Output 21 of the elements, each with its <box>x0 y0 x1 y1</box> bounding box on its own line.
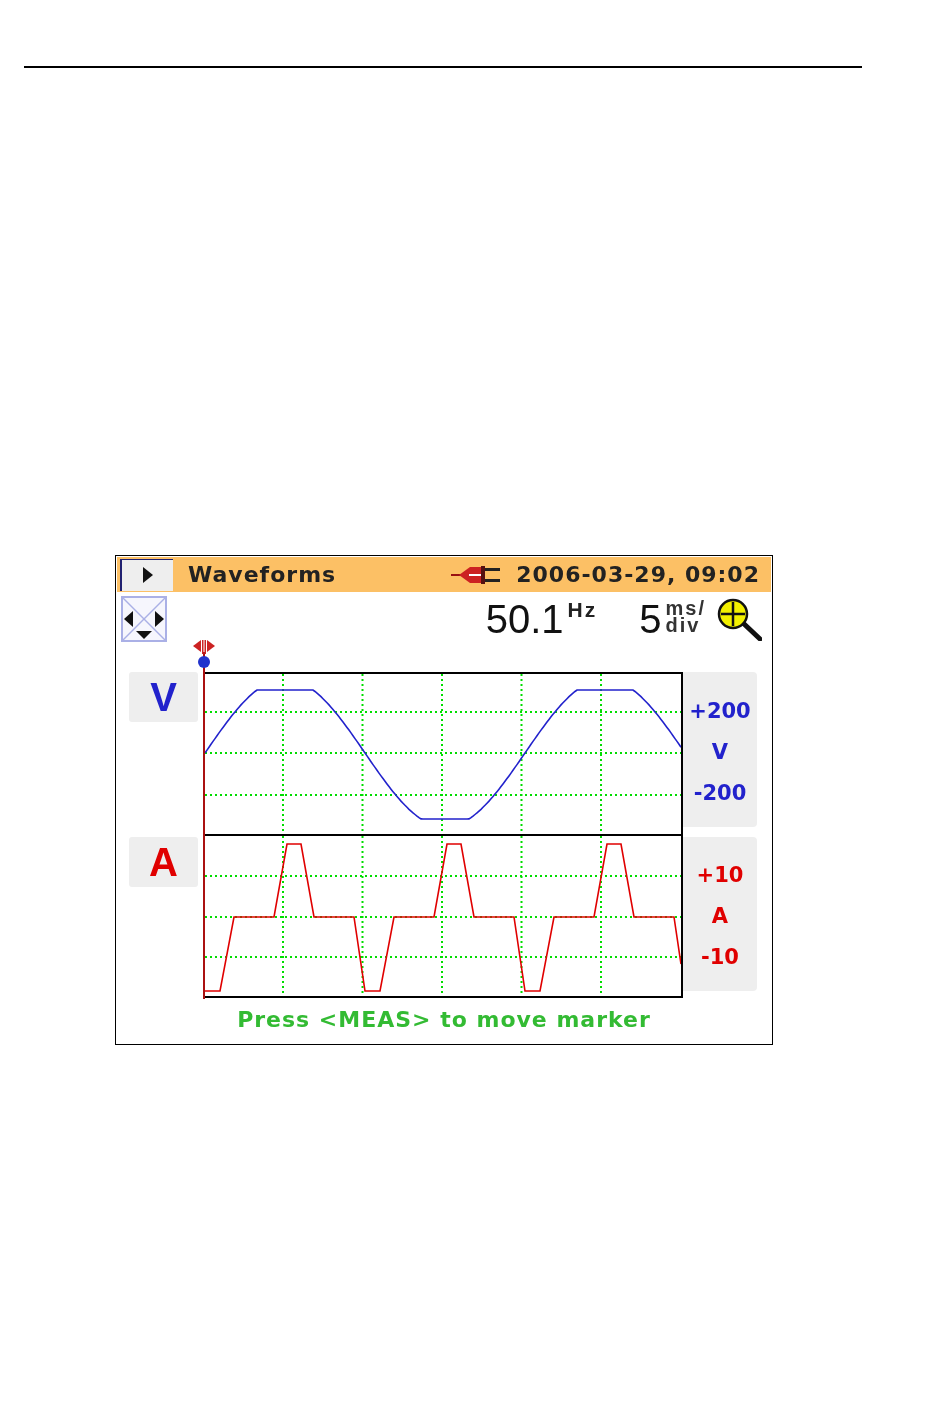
scale-min-label: -10 <box>701 947 739 968</box>
timebase-value: 5 <box>639 599 662 639</box>
scale-max-label: +200 <box>689 701 751 722</box>
navigation-arrows-icon[interactable] <box>121 596 167 642</box>
marker-cursor[interactable] <box>193 640 215 999</box>
zoom-icon[interactable] <box>716 597 762 641</box>
scale-min-label: -200 <box>693 783 747 804</box>
frequency-value: 50.1 <box>485 599 564 639</box>
frequency-unit: Hz <box>567 599 598 620</box>
channel-label: V <box>129 672 198 722</box>
timebase-unit-bottom: div <box>665 617 701 634</box>
play-icon <box>142 567 153 583</box>
scale-max-label: +10 <box>696 865 744 886</box>
unit-label: V <box>711 742 729 763</box>
timebase-unit-top: ms/ <box>665 600 706 617</box>
hint-text: Press <MEAS> to move marker <box>237 1007 651 1032</box>
play-button[interactable] <box>120 558 173 591</box>
channel-label: A <box>129 837 198 887</box>
date-time: 2006-03-29, 09:02 <box>516 563 760 586</box>
unit-label: A <box>711 906 729 927</box>
screen-title: Waveforms <box>188 563 337 586</box>
